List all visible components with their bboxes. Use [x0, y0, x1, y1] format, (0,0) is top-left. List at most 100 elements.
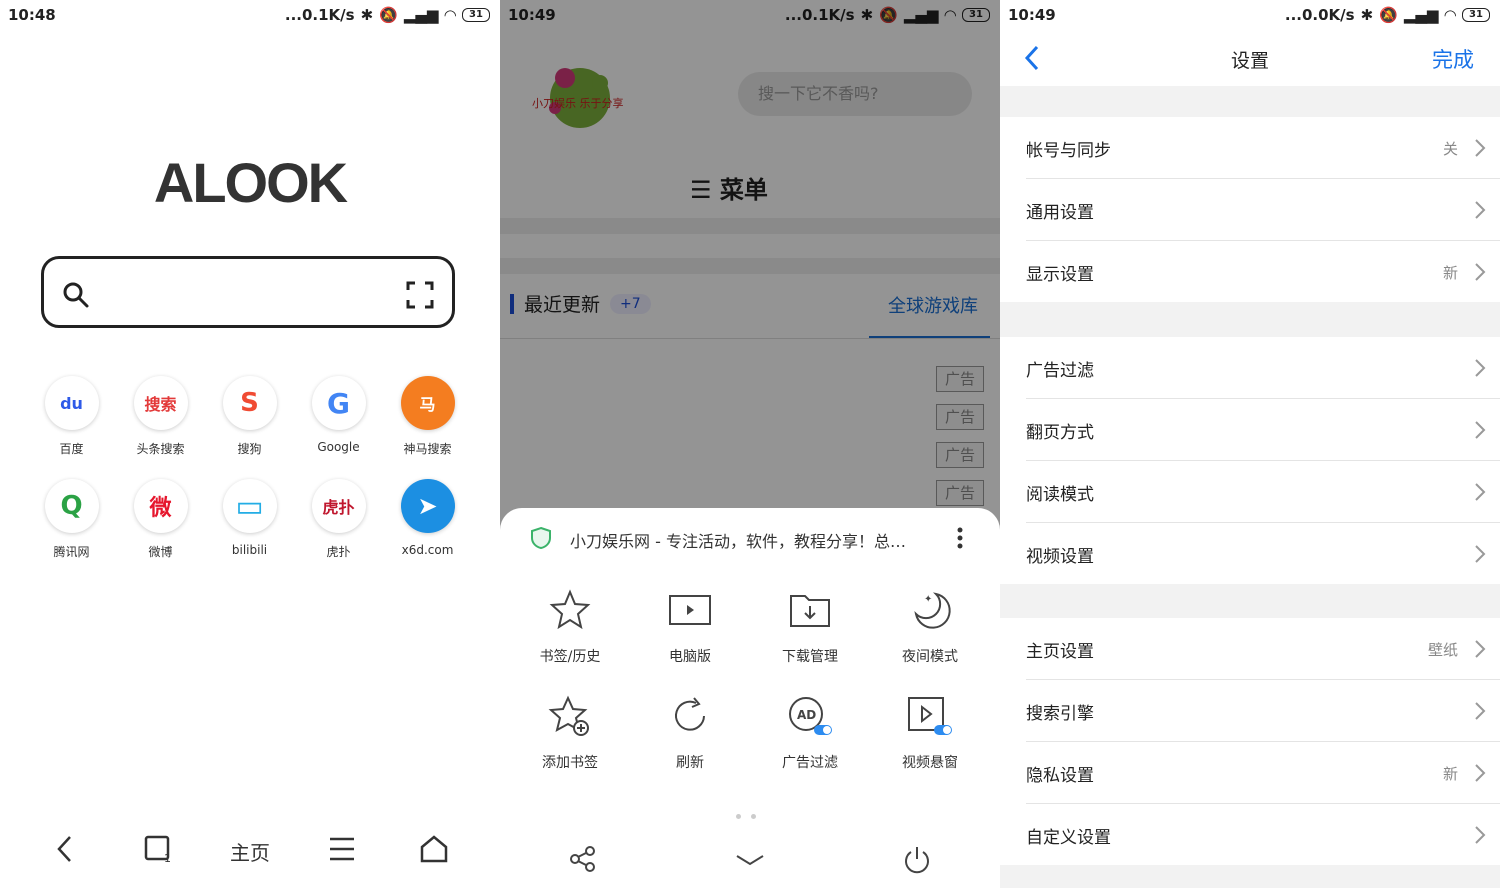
menu-item-label: 广告过滤 — [782, 755, 838, 771]
menu-item-label: 刷新 — [676, 755, 704, 771]
settings-row-account-sync[interactable]: 帐号与同步 关 — [1026, 117, 1500, 179]
network-speed: ...0.0K/s — [1284, 6, 1355, 24]
chevron-right-icon — [1475, 640, 1486, 658]
menu-item-night-mode[interactable]: ✦ 夜间模式 — [870, 588, 990, 666]
settings-row-custom[interactable]: 自定义设置 — [1026, 804, 1500, 865]
row-label: 自定义设置 — [1026, 828, 1111, 848]
page-title: 设置 — [1230, 50, 1269, 72]
shortcut-label: x6d.com — [401, 543, 454, 557]
search-icon — [63, 282, 89, 308]
chevron-right-icon — [1475, 359, 1486, 377]
shortcut-bilibili[interactable]: ▭ bilibili — [205, 479, 294, 560]
battery-icon: 31 — [462, 8, 490, 22]
row-label: 搜索引擎 — [1026, 704, 1094, 724]
settings-row-display[interactable]: 显示设置 新 — [1026, 241, 1500, 302]
signal-icon: ▂▄▆ — [403, 6, 439, 24]
menu-item-desktop[interactable]: 电脑版 — [630, 588, 750, 666]
menu-icon — [330, 837, 354, 860]
menu-item-downloads[interactable]: 下载管理 — [750, 588, 870, 666]
shortcut-hupu[interactable]: 虎扑 虎扑 — [294, 479, 383, 560]
shenma-icon: 马 — [400, 376, 455, 430]
shortcut-x6d[interactable]: ➤ x6d.com — [383, 479, 472, 560]
home-label-button[interactable]: 主页 — [225, 837, 275, 866]
google-icon: G — [311, 376, 366, 430]
row-label: 翻页方式 — [1026, 423, 1094, 443]
svg-text:1: 1 — [164, 852, 171, 864]
chevron-right-icon — [1475, 826, 1486, 844]
x6d-compass-icon: ➤ — [400, 479, 455, 533]
row-label: 视频设置 — [1026, 547, 1094, 567]
shortcut-weibo[interactable]: 微 微博 — [116, 479, 205, 560]
menu-item-label: 夜间模式 — [902, 649, 958, 665]
settings-nav-bar: 设置 完成 — [1000, 30, 1500, 86]
svg-text:AD: AD — [797, 708, 816, 722]
settings-row-video[interactable]: 视频设置 — [1026, 523, 1500, 584]
shortcut-label: 头条搜索 — [136, 442, 185, 456]
wifi-icon: ◠ — [444, 6, 456, 24]
settings-row-reader-mode[interactable]: 阅读模式 — [1026, 461, 1500, 523]
menu-item-label: 视频悬窗 — [902, 755, 958, 771]
settings-row-ad-filter[interactable]: 广告过滤 — [1026, 337, 1500, 399]
browser-menu-screen: 10:49 ...0.1K/s ✱ 🔕 ▂▄▆ ◠ 31 小刀娱乐 乐于分享 搜… — [500, 0, 1000, 888]
settings-row-page-turn[interactable]: 翻页方式 — [1026, 399, 1500, 461]
add-bookmark-icon — [548, 695, 589, 736]
row-label: 主页设置 — [1026, 642, 1094, 662]
more-vertical-icon[interactable] — [956, 526, 964, 550]
menu-item-add-bookmark[interactable]: 添加书签 — [510, 694, 630, 772]
home-button[interactable] — [409, 834, 459, 869]
scan-icon[interactable] — [406, 281, 434, 309]
collapse-chevron-down-icon[interactable] — [733, 844, 767, 874]
chevron-right-icon — [1475, 545, 1486, 563]
chevron-right-icon — [1475, 201, 1486, 219]
settings-row-privacy[interactable]: 隐私设置 新 — [1026, 742, 1500, 804]
chevron-right-icon — [1475, 764, 1486, 782]
settings-group-browsing: 广告过滤 翻页方式 阅读模式 视频设置 — [1000, 337, 1500, 584]
signal-icon: ▂▄▆ — [1403, 6, 1439, 24]
alook-logo: ALOOK — [153, 151, 348, 214]
shield-icon — [531, 526, 551, 550]
mute-bell-icon: 🔕 — [1379, 6, 1398, 24]
menu-item-label: 电脑版 — [669, 649, 711, 665]
tabs-button[interactable]: 1 — [133, 834, 183, 869]
menu-button[interactable] — [317, 836, 367, 867]
svg-text:✦: ✦ — [924, 594, 932, 605]
shortcut-label: 神马搜索 — [403, 442, 452, 456]
row-label: 广告过滤 — [1026, 361, 1094, 381]
settings-row-homepage[interactable]: 主页设置 壁纸 — [1026, 618, 1500, 680]
row-value: 新 — [1442, 264, 1458, 282]
shortcut-google[interactable]: G Google — [294, 376, 383, 457]
menu-item-refresh[interactable]: 刷新 — [630, 694, 750, 772]
chevron-right-icon — [1475, 702, 1486, 720]
row-label: 隐私设置 — [1026, 766, 1094, 786]
wifi-icon: ◠ — [1444, 6, 1456, 24]
home-icon — [420, 834, 448, 862]
done-button[interactable]: 完成 — [1432, 44, 1474, 74]
menu-item-label: 下载管理 — [782, 649, 838, 665]
ad-filter-icon: AD — [789, 697, 832, 735]
page-title: 小刀娱乐网 - 专注活动，软件，教程分享！总之... — [570, 532, 920, 551]
shortcut-tencent[interactable]: Q 腾讯网 — [27, 479, 116, 560]
search-input[interactable] — [41, 256, 455, 328]
shortcut-label: 微博 — [148, 545, 173, 559]
settings-row-general[interactable]: 通用设置 — [1026, 179, 1500, 241]
shortcut-baidu[interactable]: du 百度 — [27, 376, 116, 457]
menu-item-video-float[interactable]: 视频悬窗 — [870, 694, 990, 772]
power-icon[interactable] — [902, 844, 932, 874]
menu-item-ad-filter[interactable]: AD 广告过滤 — [750, 694, 870, 772]
menu-item-bookmarks[interactable]: 书签/历史 — [510, 588, 630, 666]
settings-screen: 10:49 ...0.0K/s ✱ 🔕 ▂▄▆ ◠ 31 设置 完成 帐号与同步… — [1000, 0, 1500, 888]
shortcut-sogou[interactable]: S 搜狗 — [205, 376, 294, 457]
tabs-icon: 1 — [144, 835, 171, 865]
shortcut-label: 虎扑 — [326, 545, 351, 559]
share-icon[interactable] — [568, 844, 598, 874]
shortcut-label: 腾讯网 — [53, 545, 90, 559]
shortcut-shenma[interactable]: 马 神马搜索 — [383, 376, 472, 457]
chevron-right-icon — [1475, 421, 1486, 439]
settings-row-search-engine[interactable]: 搜索引擎 — [1026, 680, 1500, 742]
shortcut-toutiao[interactable]: 搜索 头条搜索 — [116, 376, 205, 457]
row-value: 关 — [1442, 140, 1458, 158]
back-button[interactable] — [41, 834, 91, 869]
page-indicator — [736, 814, 756, 819]
desktop-mode-icon — [669, 595, 711, 625]
toutiao-search-icon: 搜索 — [133, 376, 188, 430]
